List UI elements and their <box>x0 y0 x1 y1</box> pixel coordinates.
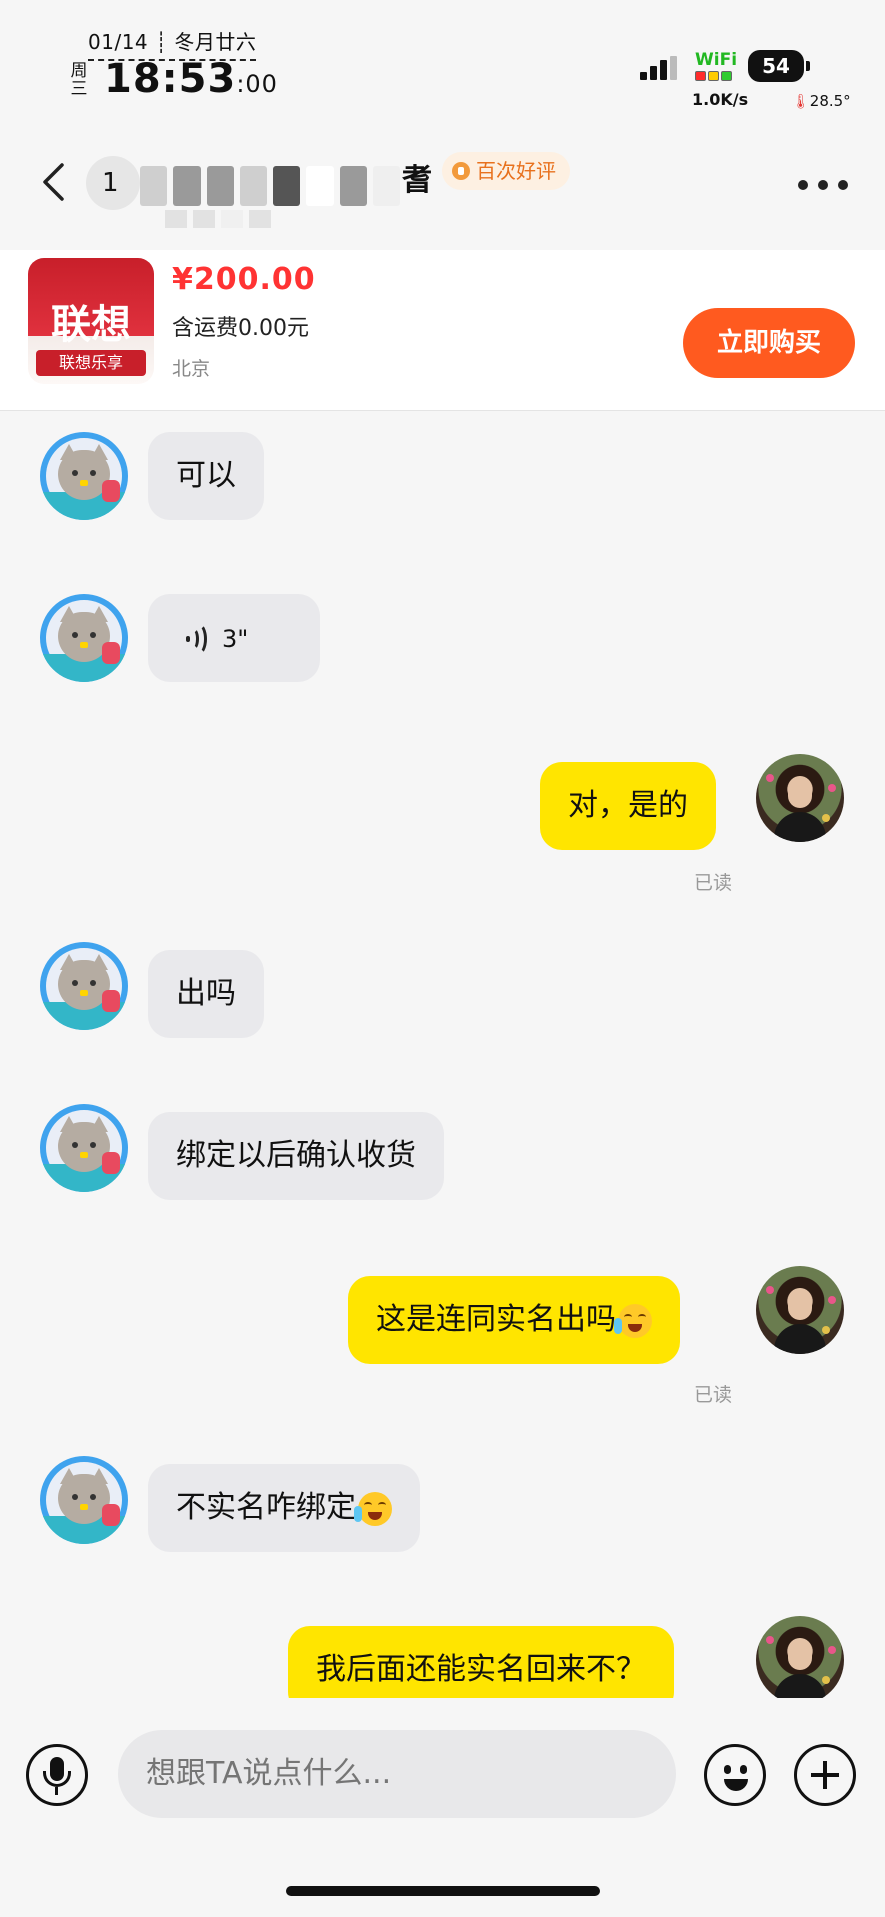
message-bubble-out[interactable]: 对，是的 <box>540 762 716 850</box>
message-bubble-in[interactable]: 可以 <box>148 432 264 520</box>
seller-avatar[interactable] <box>40 432 128 520</box>
thumbnail-logo: 联想 <box>51 302 131 348</box>
voice-wave-icon <box>176 622 212 655</box>
microphone-icon[interactable] <box>26 1744 88 1806</box>
crying-laughing-emoji-icon <box>354 1491 392 1526</box>
my-avatar[interactable] <box>756 754 844 842</box>
message-text: 不实名咋绑定 <box>176 1490 356 1525</box>
product-price: ¥200.00 <box>172 262 316 297</box>
review-badge-label: 百次好评 <box>476 159 556 183</box>
medal-icon <box>452 162 470 180</box>
more-options-icon[interactable] <box>798 180 848 192</box>
seller-avatar[interactable] <box>40 1104 128 1192</box>
message-input[interactable] <box>118 1730 676 1818</box>
blurred-subtitle <box>165 210 305 232</box>
battery-indicator: 54 <box>748 50 810 82</box>
buy-now-button[interactable]: 立即购买 <box>683 308 855 378</box>
net-speed: 1.0K/s <box>692 90 749 109</box>
message-list[interactable]: 可以 3" 对，是的 已读 出吗 绑定以后确认收货 这是连同实名出吗 已读 不实… <box>0 412 885 1698</box>
seller-avatar[interactable] <box>40 942 128 1030</box>
clock-time: 18:53 <box>104 56 237 102</box>
unread-count-badge[interactable]: 1 <box>86 156 140 210</box>
product-location: 北京 <box>172 358 211 380</box>
wifi-label: WiFi <box>695 50 738 70</box>
cell-signal-icon <box>640 56 677 80</box>
thermometer-icon: 🌡 <box>792 94 810 110</box>
voice-duration: 3" <box>222 625 249 653</box>
home-indicator[interactable] <box>286 1886 600 1896</box>
status-bar: 01/14 ┊ 冬月廿六 周三 18:53:00 WiFi 1.0K/s 54 … <box>0 0 885 120</box>
back-arrow-icon[interactable] <box>40 162 68 202</box>
seller-avatar[interactable] <box>40 594 128 682</box>
lunar-date: 冬月廿六 <box>174 30 257 54</box>
temperature-value: 28.5° <box>809 92 851 110</box>
emoji-face-icon[interactable] <box>704 1744 766 1806</box>
my-avatar[interactable] <box>756 1616 844 1698</box>
my-avatar[interactable] <box>756 1266 844 1354</box>
crying-laughing-emoji-icon <box>614 1303 652 1338</box>
seller-avatar[interactable] <box>40 1456 128 1544</box>
thumbnail-subtitle: 联想乐享 <box>36 350 146 376</box>
message-bubble-out[interactable]: 这是连同实名出吗 <box>348 1276 680 1364</box>
username-tail: 耆 <box>402 163 432 198</box>
input-bar <box>0 1700 885 1917</box>
review-badge[interactable]: 百次好评 <box>442 152 570 190</box>
wifi-icon: WiFi <box>695 50 739 81</box>
shipping-fee: 含运费0.00元 <box>172 316 309 341</box>
read-receipt: 已读 <box>694 1384 733 1406</box>
message-bubble-out[interactable]: 我后面还能实名回来不？ <box>288 1626 674 1698</box>
message-text: 这是连同实名出吗 <box>376 1302 616 1337</box>
message-bubble-in[interactable]: 绑定以后确认收货 <box>148 1112 444 1200</box>
weekday: 周三 <box>70 61 88 99</box>
blurred-username <box>140 158 400 214</box>
clock: 18:53:00 <box>104 56 278 102</box>
message-bubble-in[interactable]: 不实名咋绑定 <box>148 1464 420 1552</box>
chat-header: 1 耆 百次好评 <box>0 140 885 230</box>
clock-seconds: :00 <box>236 70 278 98</box>
read-receipt: 已读 <box>694 872 733 894</box>
plus-icon[interactable] <box>794 1744 856 1806</box>
message-bubble-in[interactable]: 出吗 <box>148 950 264 1038</box>
product-thumbnail[interactable]: 联想 联想乐享 <box>28 258 154 384</box>
product-card[interactable]: 联想 联想乐享 ¥200.00 含运费0.00元 北京 立即购买 <box>0 250 885 411</box>
date-text: 01/14 <box>88 30 149 54</box>
temperature: 🌡28.5° <box>792 92 851 110</box>
voice-message-bubble[interactable]: 3" <box>148 594 320 682</box>
